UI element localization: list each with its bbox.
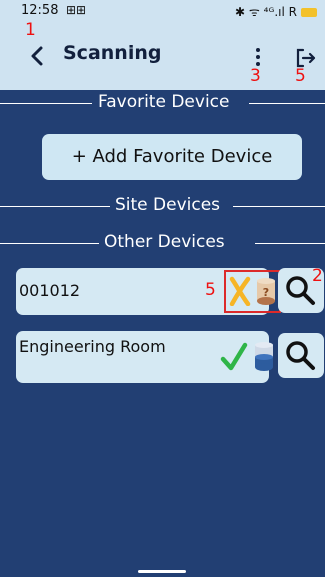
divider (233, 206, 325, 207)
magnifier-icon (286, 341, 315, 370)
device-card[interactable]: Engineering Room (16, 331, 273, 383)
search-device-button[interactable]: 2 (278, 266, 324, 313)
device-name: 001012 (19, 281, 81, 300)
search-device-button[interactable] (278, 333, 324, 378)
status-bar: 12:58 ⊞⊞ ✱ ᯤ ⁴ᴳ.ıl R (0, 0, 325, 22)
battery-icon (301, 8, 317, 17)
status-signal-icons: ✱ ᯤ ⁴ᴳ.ıl R (235, 5, 297, 19)
annotation-5-status: 5 (205, 280, 216, 300)
unknown-db-icon: ? (257, 278, 275, 305)
add-favorite-device-button[interactable]: + Add Favorite Device (42, 134, 302, 180)
section-other: Other Devices (0, 232, 325, 253)
home-indicator[interactable] (138, 570, 186, 573)
divider (0, 243, 99, 244)
section-favorite: Favorite Device (0, 92, 325, 113)
status-right-icons: ✱ ᯤ ⁴ᴳ.ıl R (235, 3, 317, 20)
divider (0, 206, 110, 207)
divider (255, 243, 325, 244)
divider (0, 103, 92, 104)
device-card[interactable]: 001012 5 ? (16, 268, 281, 315)
annotation-5: 5 (295, 66, 306, 86)
section-site: Site Devices (0, 195, 325, 216)
section-label-site: Site Devices (115, 195, 221, 215)
svg-text:?: ? (263, 286, 269, 299)
page-title: Scanning (63, 42, 162, 64)
device-name: Engineering Room (19, 337, 166, 356)
top-bar: 1 Scanning 3 5 (0, 20, 325, 90)
annotation-3: 3 (250, 66, 261, 86)
database-icon (255, 342, 273, 371)
kebab-icon[interactable] (252, 46, 264, 68)
annotation-2: 2 (312, 266, 323, 286)
status-apps-icon: ⊞⊞ (66, 3, 87, 17)
cross-icon (229, 276, 251, 306)
check-icon (220, 342, 248, 371)
divider (249, 103, 325, 104)
annotation-1: 1 (25, 20, 36, 40)
status-time: 12:58 (21, 3, 59, 18)
section-label-favorite: Favorite Device (98, 92, 230, 112)
section-label-other: Other Devices (104, 232, 225, 252)
chevron-left-icon[interactable] (25, 44, 49, 68)
